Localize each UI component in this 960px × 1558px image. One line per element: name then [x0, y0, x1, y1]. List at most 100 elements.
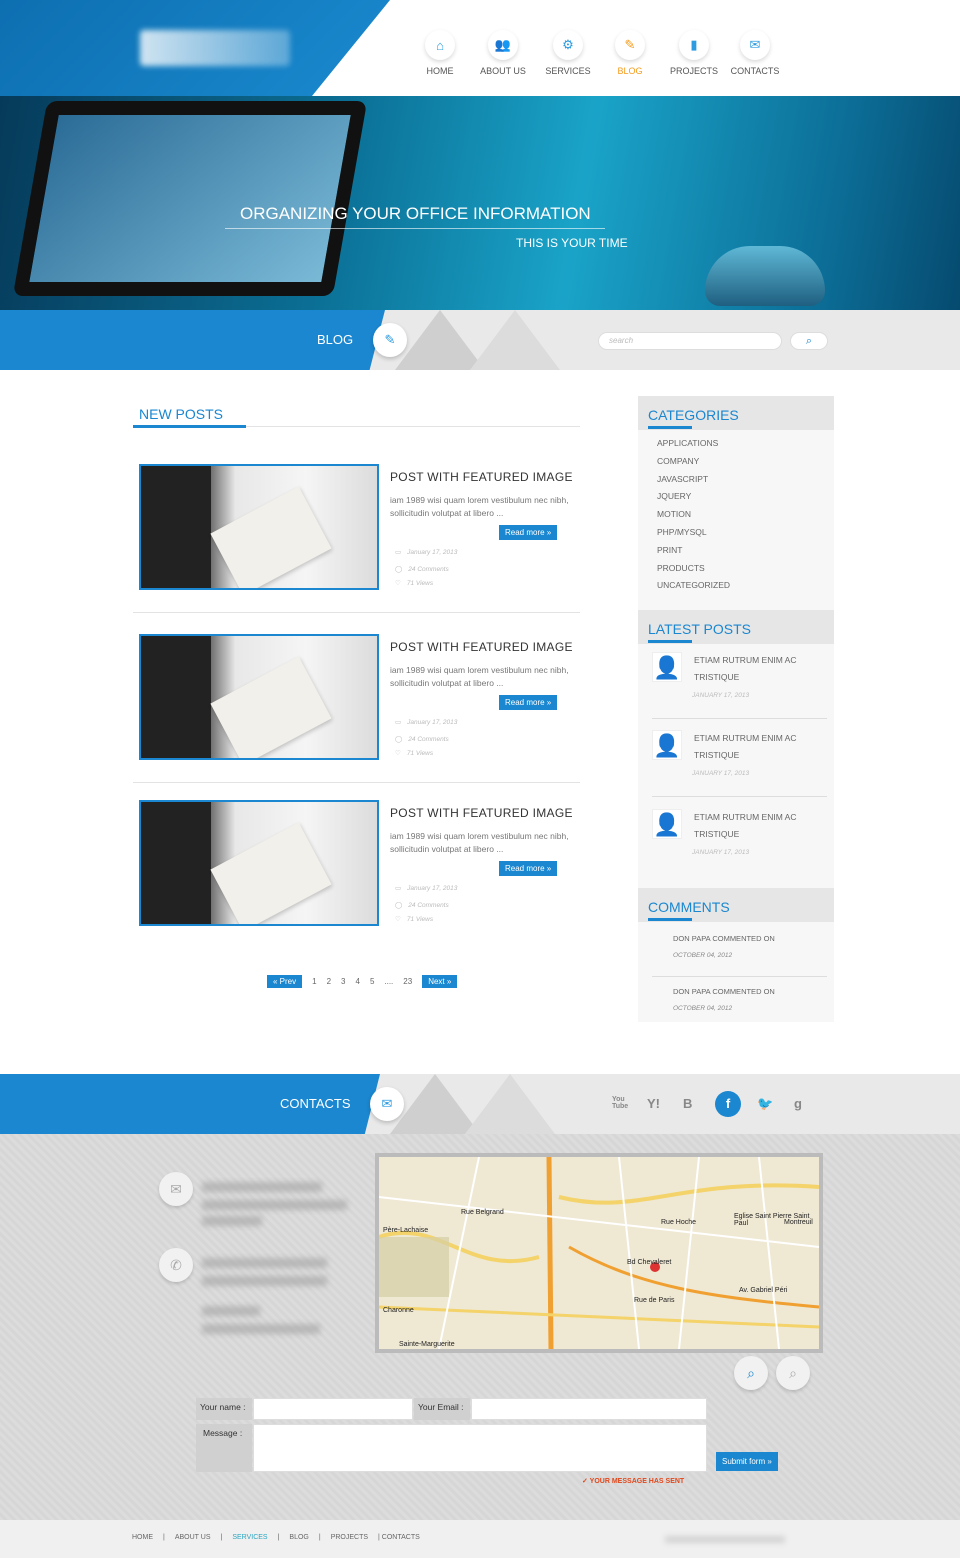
map-label: Eglise Saint Pierre Saint Paul	[734, 1213, 810, 1227]
eye-icon: ♡	[395, 750, 401, 757]
footer-link[interactable]: HOME	[132, 1534, 153, 1541]
divider	[652, 718, 827, 719]
blogger-icon[interactable]: B	[683, 1096, 692, 1111]
featured-image[interactable]	[139, 464, 379, 590]
twitter-icon[interactable]: 🐦	[757, 1096, 773, 1112]
status-message: ✓ YOUR MESSAGE HAS SENT	[582, 1478, 685, 1485]
phone-icon: ✆	[159, 1248, 193, 1282]
post-date: ▭ January 17, 2013	[395, 885, 458, 892]
new-posts-heading: NEW POSTS	[139, 406, 224, 422]
post-title[interactable]: POST WITH FEATURED IMAGE	[390, 806, 573, 820]
eye-icon: ♡	[395, 916, 401, 923]
footer-link[interactable]: BLOG	[289, 1534, 308, 1541]
map-label: Charonne	[383, 1307, 414, 1314]
nav-label: SERVICES	[545, 66, 591, 76]
logo[interactable]	[140, 30, 290, 66]
page-link[interactable]: 1	[312, 977, 316, 986]
post-excerpt: iam 1989 wisi quam lorem vestibulum nec …	[390, 831, 569, 854]
post-title[interactable]: POST WITH FEATURED IMAGE	[390, 640, 573, 654]
message-textarea[interactable]	[253, 1424, 707, 1472]
search-input[interactable]: search	[598, 332, 782, 350]
page-link[interactable]: 5	[370, 977, 374, 986]
read-more-button[interactable]: Read more »	[499, 695, 558, 710]
post-date: ▭ January 17, 2013	[395, 719, 458, 726]
email-input[interactable]	[471, 1398, 707, 1420]
featured-image[interactable]	[139, 800, 379, 926]
nav-projects[interactable]: ▮ PROJECTS	[659, 30, 729, 76]
footer-link[interactable]: | CONTACTS	[378, 1534, 420, 1541]
footer-link[interactable]: ABOUT US	[175, 1534, 211, 1541]
yahoo-icon[interactable]: Y!	[647, 1096, 660, 1111]
search-icon: ⌕	[805, 335, 813, 347]
envelope-icon: ✉	[370, 1087, 404, 1121]
comment-text[interactable]: DON PAPA COMMENTED ON	[673, 934, 775, 943]
blog-post: POST WITH FEATURED IMAGE iam 1989 wisi qu…	[133, 634, 580, 800]
blog-icon: ✎	[615, 30, 645, 60]
latest-post-title[interactable]: ETIAM RUTRUM ENIM AC TRISTIQUE	[694, 809, 824, 843]
nav-home[interactable]: ⌂ HOME	[405, 30, 475, 76]
divider	[225, 228, 605, 229]
read-more-button[interactable]: Read more »	[499, 525, 558, 540]
latest-post-title[interactable]: ETIAM RUTRUM ENIM AC TRISTIQUE	[694, 652, 824, 686]
category-link[interactable]: JAVASCRIPT	[657, 474, 708, 484]
post-date: ▭ January 17, 2013	[395, 549, 458, 556]
google-icon[interactable]: g	[794, 1096, 802, 1111]
prev-button[interactable]: « Prev	[267, 975, 303, 988]
bar-chart-icon: ▮	[679, 30, 709, 60]
latest-post-date: JANUARY 17, 2013	[692, 770, 750, 777]
category-link[interactable]: COMPANY	[657, 456, 699, 466]
next-button[interactable]: Next »	[422, 975, 458, 988]
submit-button[interactable]: Submit form »	[716, 1452, 778, 1471]
post-comments: ◯ 24 Comments	[395, 736, 449, 743]
read-more-button[interactable]: Read more »	[499, 861, 558, 876]
category-link[interactable]: PRINT	[657, 545, 683, 555]
comment-date: OCTOBER 04, 2012	[673, 1005, 733, 1012]
blog-post: POST WITH FEATURED IMAGE iam 1989 wisi qu…	[133, 800, 580, 966]
category-link[interactable]: PRODUCTS	[657, 563, 705, 573]
category-link[interactable]: PHP/MYSQL	[657, 527, 707, 537]
category-link[interactable]: JQUERY	[657, 491, 691, 501]
nav-blog[interactable]: ✎ BLOG	[595, 30, 665, 76]
zoom-in-button[interactable]: ⌕	[734, 1356, 768, 1390]
footer-link[interactable]: PROJECTS	[331, 1534, 368, 1541]
hero-subtitle: THIS IS YOUR TIME	[516, 236, 628, 250]
footer-link[interactable]: SERVICES	[232, 1534, 267, 1541]
avatar-icon: 👤	[652, 652, 682, 682]
comment-icon: ◯	[395, 566, 403, 573]
featured-image[interactable]	[139, 634, 379, 760]
home-icon: ⌂	[425, 30, 455, 60]
comment-icon: ◯	[395, 902, 403, 909]
zoom-out-button[interactable]: ⌕	[776, 1356, 810, 1390]
search-button[interactable]: ⌕	[790, 332, 828, 350]
category-link[interactable]: UNCATEGORIZED	[657, 580, 730, 590]
latest-post-title[interactable]: ETIAM RUTRUM ENIM AC TRISTIQUE	[694, 730, 824, 764]
nav-label: HOME	[426, 66, 454, 76]
post-title[interactable]: POST WITH FEATURED IMAGE	[390, 470, 573, 484]
pagination: « Prev 1 2 3 4 5.... 23 Next »	[267, 975, 458, 988]
facebook-icon[interactable]: f	[715, 1091, 741, 1117]
page-link[interactable]: 2	[327, 977, 331, 986]
page-link[interactable]: 4	[355, 977, 359, 986]
category-link[interactable]: APPLICATIONS	[657, 438, 718, 448]
comment-text[interactable]: DON PAPA COMMENTED ON	[673, 987, 775, 996]
map-label: Rue de Paris	[634, 1297, 675, 1304]
youtube-icon[interactable]: You Tube	[612, 1096, 628, 1110]
map-label: Bd Chevaleret	[627, 1259, 672, 1266]
envelope-icon: ✉	[740, 30, 770, 60]
post-views: ♡ 71 Views	[395, 580, 434, 587]
name-label: Your name :	[196, 1398, 252, 1420]
email-label: Your Email :	[414, 1398, 470, 1420]
map[interactable]: Père-Lachaise Montreuil Rue Belgrand Rue Ho…	[375, 1153, 823, 1353]
name-input[interactable]	[253, 1398, 413, 1420]
page-link[interactable]: 23	[403, 977, 412, 986]
nav-about-us[interactable]: 👥 ABOUT US	[468, 30, 538, 76]
users-icon: 👥	[488, 30, 518, 60]
page-link[interactable]: 3	[341, 977, 345, 986]
hero-banner: ORGANIZING YOUR OFFICE INFORMATION THIS …	[0, 96, 960, 310]
nav-services[interactable]: ⚙ SERVICES	[533, 30, 603, 76]
post-views: ♡ 71 Views	[395, 916, 434, 923]
nav-contacts[interactable]: ✉ CONTACTS	[720, 30, 790, 76]
separator: |	[220, 1534, 223, 1541]
avatar-icon: 👤	[652, 809, 682, 839]
category-link[interactable]: MOTION	[657, 509, 691, 519]
